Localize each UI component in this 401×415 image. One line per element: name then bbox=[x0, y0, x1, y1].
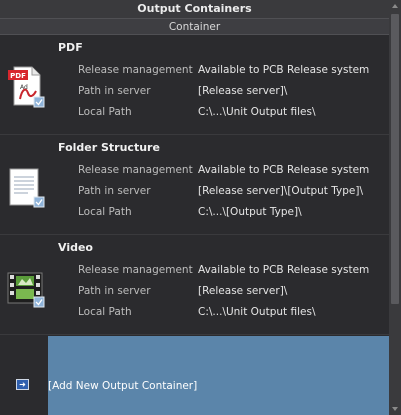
svg-text:PDF: PDF bbox=[10, 72, 26, 80]
property-value[interactable]: [Release server]\[Output Type]\ bbox=[198, 185, 363, 197]
container-name: Video bbox=[58, 241, 93, 254]
container-name: Folder Structure bbox=[58, 141, 160, 154]
property-value[interactable]: C:\...\Unit Output files\ bbox=[198, 106, 315, 118]
property-value[interactable]: Available to PCB Release system bbox=[198, 264, 369, 276]
property-label: Release management bbox=[78, 64, 193, 76]
property-value[interactable]: [Release server]\ bbox=[198, 285, 287, 297]
output-containers-panel: Output Containers Container PDF PDF Ad R… bbox=[0, 0, 389, 415]
vertical-scrollbar[interactable] bbox=[389, 0, 401, 415]
property-label: Local Path bbox=[78, 206, 132, 218]
container-item-pdf[interactable]: PDF PDF Ad Release management Available … bbox=[0, 35, 389, 135]
video-film-icon bbox=[7, 272, 45, 308]
column-header-container[interactable]: Container bbox=[0, 18, 389, 35]
property-label: Path in server bbox=[78, 185, 151, 197]
scroll-down-arrow-icon[interactable] bbox=[389, 403, 401, 415]
property-value[interactable]: C:\...\Unit Output files\ bbox=[198, 306, 315, 318]
container-item-video[interactable]: Video Release management Available to PC… bbox=[0, 235, 389, 335]
property-label: Release management bbox=[78, 164, 193, 176]
add-arrow-icon[interactable]: ➜ bbox=[16, 379, 29, 390]
property-value[interactable]: Available to PCB Release system bbox=[198, 164, 369, 176]
property-value[interactable]: C:\...\[Output Type]\ bbox=[198, 206, 302, 218]
property-label: Local Path bbox=[78, 306, 132, 318]
property-label: Path in server bbox=[78, 85, 151, 97]
folder-structure-document-icon bbox=[9, 168, 45, 208]
container-name: PDF bbox=[58, 41, 83, 54]
scrollbar-thumb[interactable] bbox=[391, 14, 399, 304]
add-new-container-label[interactable]: [Add New Output Container] bbox=[48, 380, 197, 392]
property-label: Path in server bbox=[78, 285, 151, 297]
add-new-container-row[interactable] bbox=[48, 336, 389, 415]
panel-title: Output Containers bbox=[0, 0, 389, 18]
property-label: Local Path bbox=[78, 106, 132, 118]
pdf-document-icon: PDF Ad bbox=[8, 66, 45, 108]
svg-text:Ad: Ad bbox=[20, 84, 28, 91]
scroll-up-arrow-icon[interactable] bbox=[389, 0, 401, 12]
property-value[interactable]: Available to PCB Release system bbox=[198, 64, 369, 76]
property-value[interactable]: [Release server]\ bbox=[198, 85, 287, 97]
container-item-folder-structure[interactable]: Folder Structure Release management Avai… bbox=[0, 135, 389, 235]
property-label: Release management bbox=[78, 264, 193, 276]
